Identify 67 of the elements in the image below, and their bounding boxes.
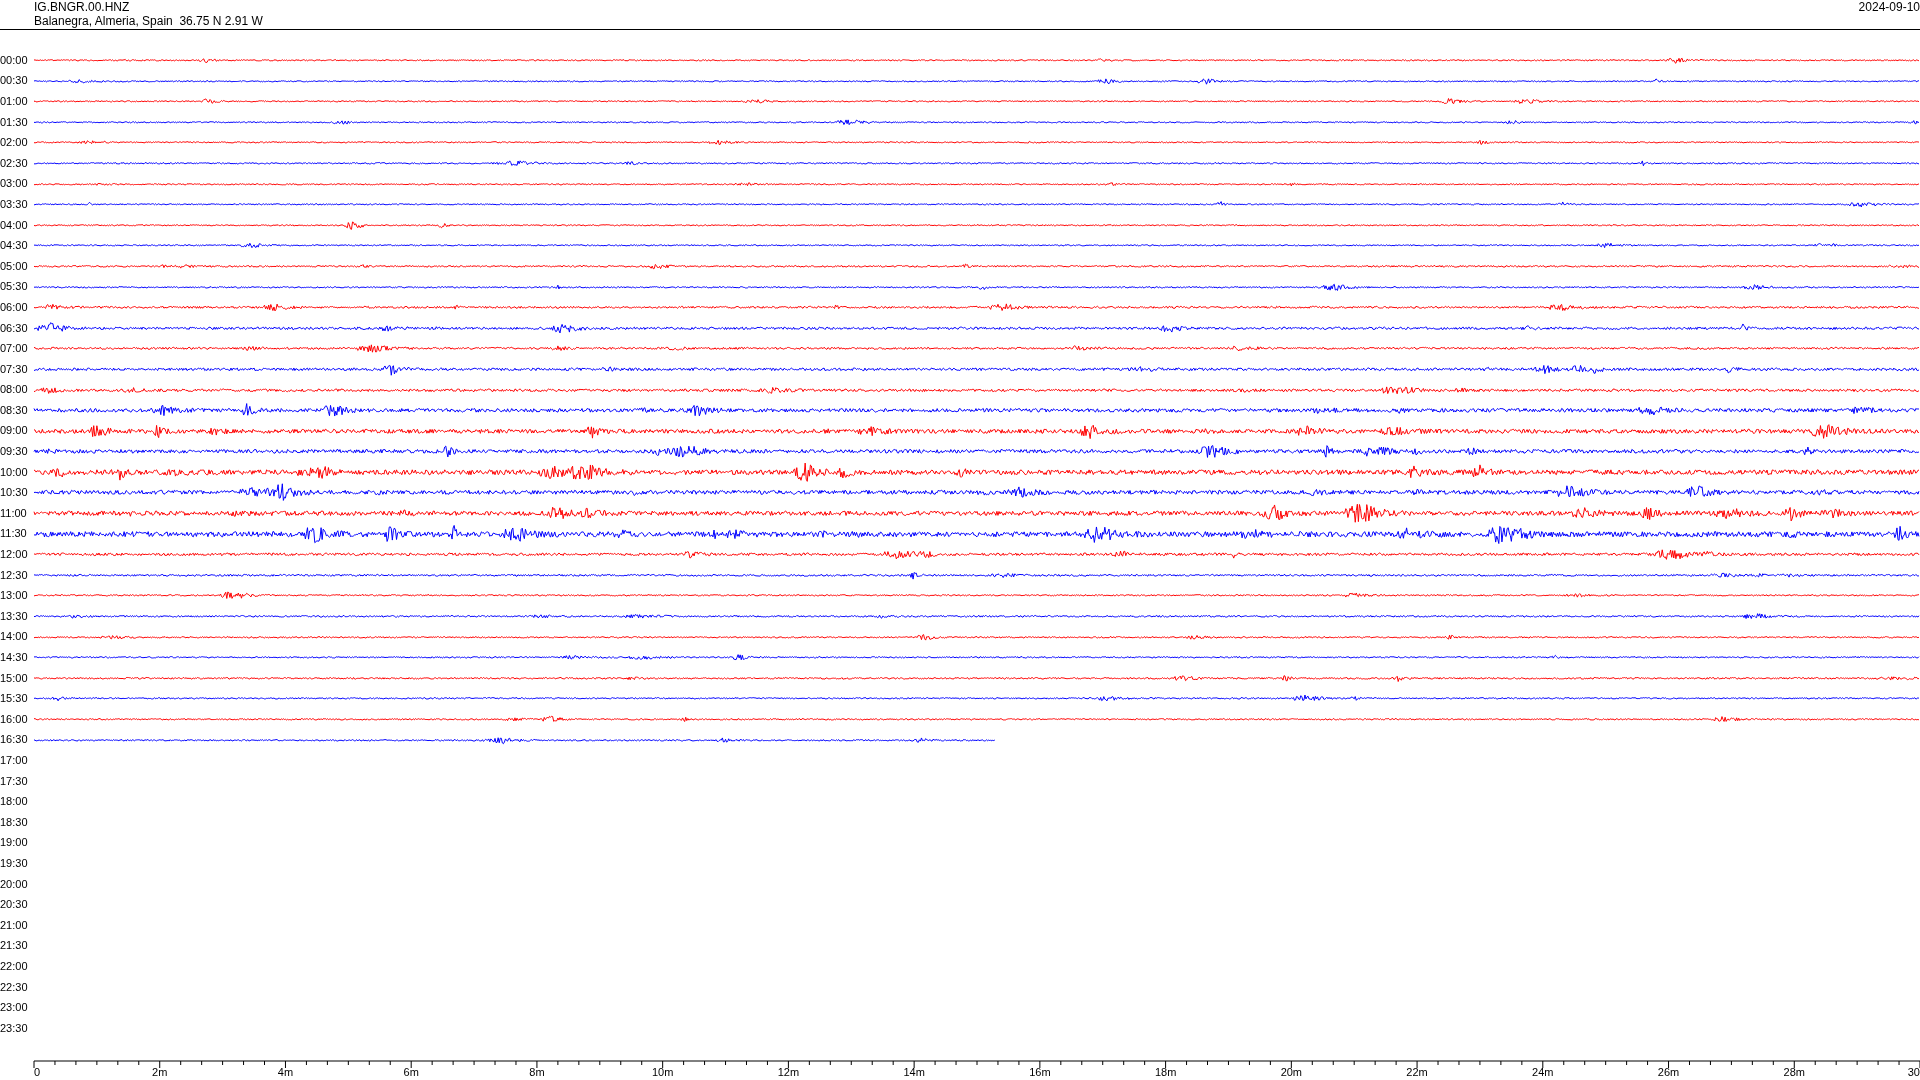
time-label: 12:00 xyxy=(0,549,29,561)
time-label: 22:00 xyxy=(0,960,29,972)
axis-label: 10m xyxy=(651,1066,674,1078)
axis-label: 8m xyxy=(529,1066,545,1078)
time-label: 07:30 xyxy=(0,363,29,375)
time-label: 20:30 xyxy=(0,899,29,911)
axis-label: 16m xyxy=(1029,1066,1051,1078)
time-label: 18:00 xyxy=(0,796,29,808)
time-label: 21:30 xyxy=(0,940,29,952)
axis-label: 22m xyxy=(1406,1066,1428,1078)
time-label: 09:00 xyxy=(0,425,29,437)
time-label: 03:30 xyxy=(0,198,29,210)
time-label: 16:30 xyxy=(0,734,29,746)
axis-label: 24m xyxy=(1532,1066,1554,1078)
time-label: 22:30 xyxy=(0,981,29,993)
time-label: 15:30 xyxy=(0,693,29,705)
time-label: 14:30 xyxy=(0,652,29,663)
axis-label: 0 xyxy=(34,1066,41,1078)
time-label: 19:30 xyxy=(0,857,29,869)
time-label: 10:00 xyxy=(0,466,29,478)
time-label: 04:00 xyxy=(0,219,29,231)
time-label: 06:30 xyxy=(0,322,29,334)
time-label: 02:00 xyxy=(0,137,29,149)
axis-label: 30 xyxy=(1907,1066,1920,1078)
time-label: 05:00 xyxy=(0,260,29,272)
time-label: 11:00 xyxy=(0,507,28,519)
axis-label: 20m xyxy=(1280,1066,1303,1078)
axis-label: 26m xyxy=(1657,1066,1680,1078)
time-label: 08:00 xyxy=(0,384,29,396)
axis-label: 6m xyxy=(403,1066,419,1078)
time-label: 09:30 xyxy=(0,446,29,458)
date-label: 2024-09-10 xyxy=(1858,0,1920,14)
axis-label: 28m xyxy=(1783,1066,1805,1078)
time-label: 08:30 xyxy=(0,404,29,416)
time-label: 23:30 xyxy=(0,1022,29,1034)
time-label: 01:30 xyxy=(0,116,29,128)
time-label: 12:30 xyxy=(0,569,29,581)
station-code: IG.BNGR.00.HNZ xyxy=(34,0,131,14)
time-label: 17:30 xyxy=(0,775,29,787)
station-location: Balanegra, Almeria, Spain 36.75 N 2.91 W xyxy=(34,14,263,28)
time-label: 02:30 xyxy=(0,157,29,169)
axis-label: 2m xyxy=(152,1066,168,1078)
time-label: 16:00 xyxy=(0,713,29,725)
time-label: 06:00 xyxy=(0,301,29,313)
time-label: 10:30 xyxy=(0,487,29,499)
axis-label: 12m xyxy=(777,1066,800,1078)
time-label: 13:00 xyxy=(0,590,29,602)
time-label: 07:00 xyxy=(0,343,29,355)
time-label: 14:00 xyxy=(0,631,29,643)
axis-label: 14m xyxy=(903,1066,925,1078)
time-label: 05:30 xyxy=(0,281,29,293)
time-label: 17:00 xyxy=(0,755,29,766)
time-label: 13:30 xyxy=(0,610,29,622)
time-label: 18:30 xyxy=(0,816,29,828)
time-label: 20:00 xyxy=(0,878,29,890)
time-label: 15:00 xyxy=(0,672,29,684)
time-label: 11:30 xyxy=(0,528,28,540)
axis-label: 4m xyxy=(277,1066,294,1078)
time-label: 03:00 xyxy=(0,178,29,190)
time-label: 01:00 xyxy=(0,96,29,107)
time-label: 21:00 xyxy=(0,919,29,931)
time-label: 00:00 xyxy=(0,54,29,66)
time-label: 19:00 xyxy=(0,837,29,849)
time-label: 23:00 xyxy=(0,1002,29,1014)
time-label: 00:30 xyxy=(0,75,29,87)
time-label: 04:30 xyxy=(0,240,29,252)
axis-label: 18m xyxy=(1154,1066,1177,1078)
